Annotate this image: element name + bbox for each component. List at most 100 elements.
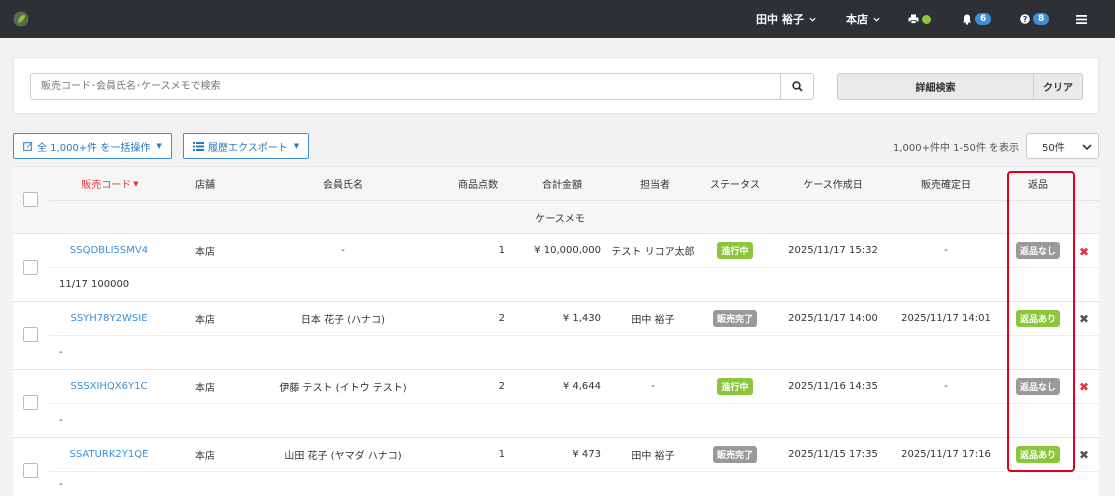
returns-badge: 返品なし: [1015, 378, 1060, 395]
column-header-returns[interactable]: 返品: [1009, 167, 1067, 200]
sales-table: 販売コード ▼ 店舗 会員氏名 商品点数 合計金額 担当者 ステータス ケース作…: [13, 166, 1099, 496]
sale-code-link[interactable]: SSSXIHQX6Y1C: [59, 370, 159, 403]
user-menu[interactable]: 田中 裕子: [756, 0, 816, 38]
total-cell: ¥ 10,000,000: [534, 245, 601, 256]
total-cell: ¥ 473: [572, 449, 601, 460]
search-icon: [791, 81, 803, 92]
bulk-action-button[interactable]: 全 1,000+件 を一括操作 ▼: [13, 133, 172, 159]
svg-text:?: ?: [1023, 15, 1027, 24]
export-history-label: 履歴エクスポート: [208, 142, 288, 154]
created-cell: 2025/11/17 14:00: [788, 313, 878, 324]
column-header-store[interactable]: 店舗: [183, 167, 227, 200]
confirmed-cell: 2025/11/17 17:16: [901, 449, 991, 460]
column-header-member[interactable]: 会員氏名: [293, 167, 393, 200]
delete-icon[interactable]: ✖: [1079, 245, 1089, 259]
clear-button[interactable]: クリア: [1033, 73, 1083, 100]
created-cell: 2025/11/17 15:32: [788, 245, 878, 256]
top-navbar: 田中 裕子 本店 6 ? 8: [0, 0, 1115, 38]
items-cell: 1: [498, 245, 505, 256]
items-cell: 2: [498, 381, 505, 392]
printer-connected-indicator: [922, 14, 931, 24]
user-name: 田中 裕子: [756, 13, 804, 26]
per-page-value: 50件: [1042, 142, 1065, 154]
member-cell: 山田 花子 (ヤマダ ハナコ): [284, 451, 402, 462]
sale-code-link[interactable]: SSQDBLI5SMV4: [59, 234, 159, 267]
memo-cell: 11/17 100000: [59, 278, 130, 290]
store-cell: 本店: [195, 315, 215, 326]
delete-icon[interactable]: ✖: [1079, 312, 1089, 326]
returns-badge: 返品あり: [1015, 446, 1060, 463]
memo-cell: -: [59, 478, 63, 490]
column-header-confirmed[interactable]: 販売確定日: [899, 167, 993, 200]
memo-cell: -: [59, 346, 63, 358]
advanced-search-button[interactable]: 詳細検索: [837, 73, 1034, 100]
member-cell: 日本 花子 (ハナコ): [300, 315, 386, 326]
status-cell: 進行中: [703, 234, 767, 267]
status-badge: 販売完了: [712, 310, 757, 327]
column-header-created[interactable]: ケース作成日: [781, 167, 885, 200]
status-cell: 販売完了: [703, 302, 767, 335]
hamburger-icon: [1076, 14, 1087, 24]
row-checkbox[interactable]: [23, 260, 38, 275]
sale-code-link[interactable]: SSATURK2Y1QE: [59, 438, 159, 471]
member-cell: -: [341, 245, 345, 256]
store-cell: 本店: [195, 383, 215, 394]
store-menu[interactable]: 本店: [846, 0, 880, 38]
returns-badge: 返品なし: [1015, 242, 1060, 259]
column-header-items[interactable]: 商品点数: [447, 167, 509, 200]
column-header-code[interactable]: 販売コード ▼: [75, 167, 145, 200]
column-header-staff[interactable]: 担当者: [625, 167, 685, 200]
delete-icon[interactable]: ✖: [1079, 380, 1089, 394]
bulk-action-label: 全 1,000+件 を一括操作: [37, 142, 151, 154]
confirmed-cell: -: [944, 245, 948, 256]
staff-cell: 田中 裕子: [631, 315, 675, 326]
notifications[interactable]: 6: [962, 0, 992, 38]
store-name: 本店: [846, 13, 868, 26]
search-input[interactable]: [30, 73, 781, 100]
status-badge: 進行中: [717, 378, 753, 395]
column-header-memo: ケースメモ: [535, 213, 585, 225]
hamburger-menu[interactable]: [1076, 0, 1087, 38]
edit-icon: [23, 142, 33, 151]
row-checkbox[interactable]: [23, 463, 38, 478]
status-badge: 販売完了: [712, 446, 757, 463]
store-cell: 本店: [195, 451, 215, 462]
export-history-button[interactable]: 履歴エクスポート ▼: [183, 133, 310, 159]
confirmed-cell: -: [944, 381, 948, 392]
created-cell: 2025/11/15 17:35: [788, 449, 878, 460]
column-header-total[interactable]: 合計金額: [531, 167, 593, 200]
column-header-status[interactable]: ステータス: [703, 167, 767, 200]
caret-down-icon: ▼: [293, 142, 300, 150]
memo-cell: -: [59, 414, 63, 426]
total-cell: ¥ 4,644: [562, 381, 601, 392]
list-icon: [193, 141, 204, 151]
per-page-select[interactable]: 50件: [1026, 133, 1099, 159]
staff-cell: 田中 裕子: [631, 451, 675, 462]
store-cell: 本店: [195, 247, 215, 258]
chevron-down-icon: [809, 17, 816, 22]
select-all-checkbox[interactable]: [23, 192, 38, 207]
items-cell: 1: [498, 449, 505, 460]
returns-cell: 返品なし: [1009, 370, 1067, 403]
printer-status[interactable]: [908, 0, 931, 38]
status-cell: 販売完了: [703, 438, 767, 471]
returns-badge: 返品あり: [1015, 310, 1060, 327]
row-checkbox[interactable]: [23, 327, 38, 342]
delete-icon[interactable]: ✖: [1079, 448, 1089, 462]
search-button[interactable]: [780, 73, 814, 100]
search-panel: 詳細検索 クリア: [13, 57, 1099, 114]
printer-icon: [908, 14, 919, 24]
leaf-logo-icon[interactable]: [13, 11, 29, 27]
returns-cell: 返品あり: [1009, 438, 1067, 471]
status-badge: 進行中: [717, 242, 753, 259]
help-menu[interactable]: ? 8: [1020, 0, 1050, 38]
caret-down-icon: ▼: [156, 142, 162, 150]
created-cell: 2025/11/16 14:35: [788, 381, 878, 392]
question-circle-icon: ?: [1020, 14, 1030, 24]
sale-code-link[interactable]: SSYH78Y2WSIE: [59, 302, 159, 335]
row-checkbox[interactable]: [23, 395, 38, 410]
bell-icon: [962, 14, 972, 25]
member-cell: 伊藤 テスト (イトウ テスト): [279, 383, 407, 394]
help-count-badge: 8: [1033, 13, 1050, 25]
staff-cell: テスト リコア太郎: [611, 247, 695, 258]
